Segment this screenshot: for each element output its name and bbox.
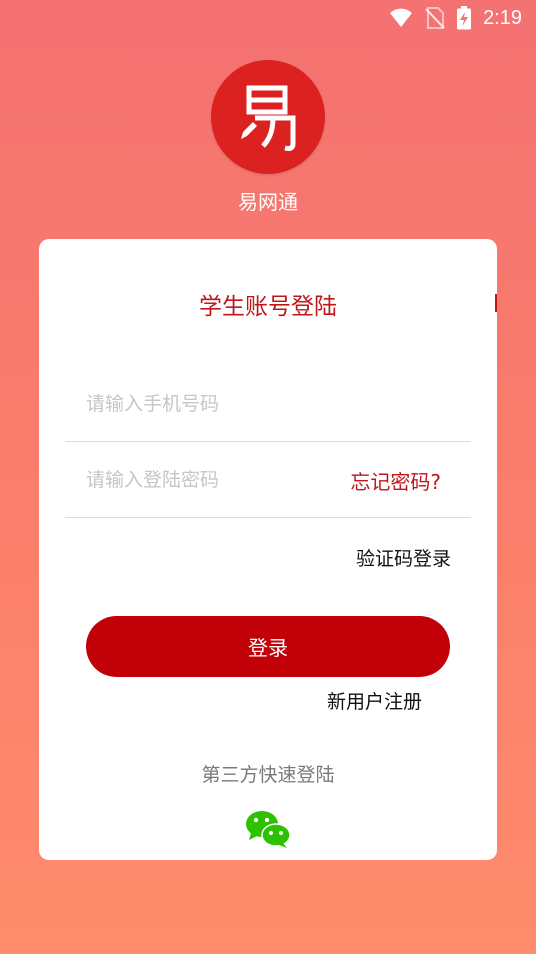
no-sim-icon — [425, 7, 445, 29]
wifi-icon — [389, 8, 413, 28]
app-logo — [211, 60, 325, 174]
password-input[interactable] — [65, 459, 325, 500]
third-party-label: 第三方快速登陆 — [201, 764, 335, 786]
sms-login-link[interactable]: 验证码登录 — [356, 544, 451, 571]
battery-charging-icon — [457, 6, 472, 30]
phone-input[interactable] — [65, 383, 325, 424]
login-title: 学生账号登陆 — [199, 294, 337, 320]
pen-logo-icon — [233, 82, 303, 152]
app-name: 易网通 — [238, 190, 298, 214]
password-field: 忘记密码? — [65, 442, 471, 518]
login-button[interactable]: 登录 — [86, 616, 450, 677]
forgot-password-link[interactable]: 忘记密码? — [350, 466, 441, 495]
wechat-icon[interactable] — [245, 809, 291, 849]
login-card: 学生账号登陆 忘记密码? 验证码登录 登录 新用户注册 第三方快速登陆 — [39, 239, 497, 860]
status-bar: 2:19 — [0, 0, 536, 36]
status-time: 2:19 — [483, 6, 522, 29]
phone-field — [65, 366, 471, 442]
register-link[interactable]: 新用户注册 — [327, 687, 422, 714]
edge-marker — [495, 294, 497, 312]
